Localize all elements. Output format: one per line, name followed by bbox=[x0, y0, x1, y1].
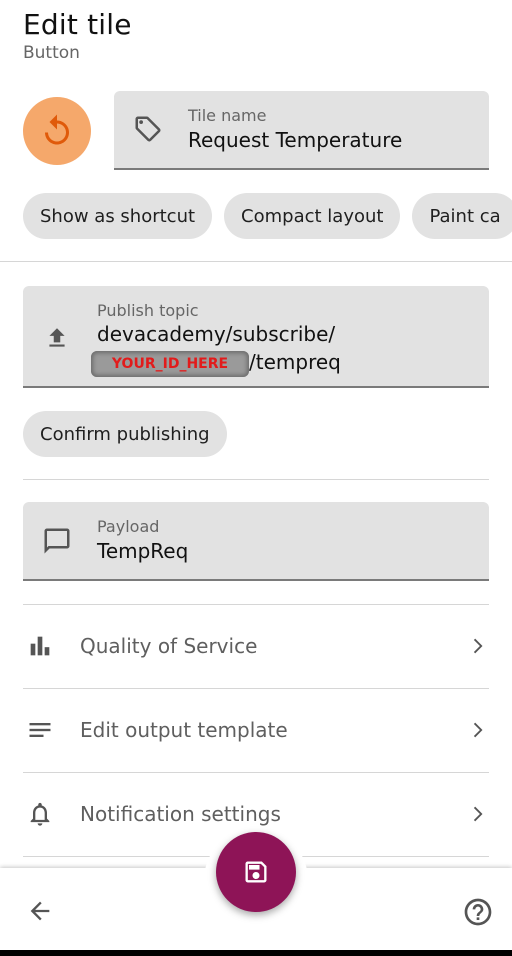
save-button[interactable] bbox=[216, 832, 296, 912]
upload-icon bbox=[41, 322, 73, 354]
help-button[interactable] bbox=[461, 895, 495, 929]
message-icon bbox=[41, 525, 73, 557]
page-subtitle: Button bbox=[23, 43, 80, 63]
divider bbox=[0, 261, 512, 262]
bell-icon bbox=[23, 797, 57, 831]
back-button[interactable] bbox=[24, 895, 56, 927]
tag-icon bbox=[132, 113, 164, 145]
payload-value[interactable]: TempReq bbox=[97, 539, 188, 563]
restart-icon bbox=[45, 114, 69, 145]
tile-name-value[interactable]: Request Temperature bbox=[188, 128, 402, 152]
list-item-edit-output-template[interactable]: Edit output template bbox=[23, 689, 489, 771]
lines-icon bbox=[23, 713, 57, 747]
header: Edit tile Button bbox=[23, 8, 132, 63]
publish-topic-field[interactable]: Publish topic devacademy/subscribe/ YOUR… bbox=[23, 286, 489, 388]
list-item-quality-of-service[interactable]: Quality of Service bbox=[23, 605, 489, 687]
page-title: Edit tile bbox=[23, 8, 132, 41]
tile-icon-button[interactable] bbox=[23, 97, 91, 165]
list-item-label: Quality of Service bbox=[80, 634, 258, 658]
publish-topic-value[interactable]: devacademy/subscribe/ YOUR_ID_HERE/tempr… bbox=[91, 320, 341, 377]
chip-compact-layout[interactable]: Compact layout bbox=[224, 193, 401, 239]
list-item-label: Notification settings bbox=[80, 802, 281, 826]
chip-show-as-shortcut[interactable]: Show as shortcut bbox=[23, 193, 213, 239]
publish-topic-suffix: /tempreq bbox=[249, 350, 341, 374]
publish-topic-line2: YOUR_ID_HERE/tempreq bbox=[91, 348, 341, 377]
tile-name-field[interactable]: Tile name Request Temperature bbox=[114, 91, 489, 170]
redacted-id-badge: YOUR_ID_HERE bbox=[91, 350, 249, 377]
chevron-right-icon bbox=[465, 802, 489, 826]
chip-confirm-publishing[interactable]: Confirm publishing bbox=[23, 411, 227, 457]
chip-paint[interactable]: Paint ca bbox=[412, 193, 512, 239]
publish-topic-line1: devacademy/subscribe/ bbox=[97, 322, 336, 346]
tile-name-label: Tile name bbox=[188, 106, 267, 125]
bar-chart-icon bbox=[23, 629, 57, 663]
arrow-back-icon bbox=[30, 901, 50, 921]
payload-label: Payload bbox=[97, 517, 160, 536]
save-icon bbox=[245, 861, 267, 883]
option-chips: Show as shortcut Compact layout Paint ca bbox=[23, 193, 512, 239]
payload-field[interactable]: Payload TempReq bbox=[23, 502, 489, 581]
chevron-right-icon bbox=[465, 718, 489, 742]
help-circle-icon bbox=[464, 898, 492, 926]
list-item-label: Edit output template bbox=[80, 718, 288, 742]
divider bbox=[23, 479, 489, 480]
chevron-right-icon bbox=[465, 634, 489, 658]
publish-topic-label: Publish topic bbox=[97, 301, 199, 320]
system-nav-strip bbox=[0, 950, 512, 956]
